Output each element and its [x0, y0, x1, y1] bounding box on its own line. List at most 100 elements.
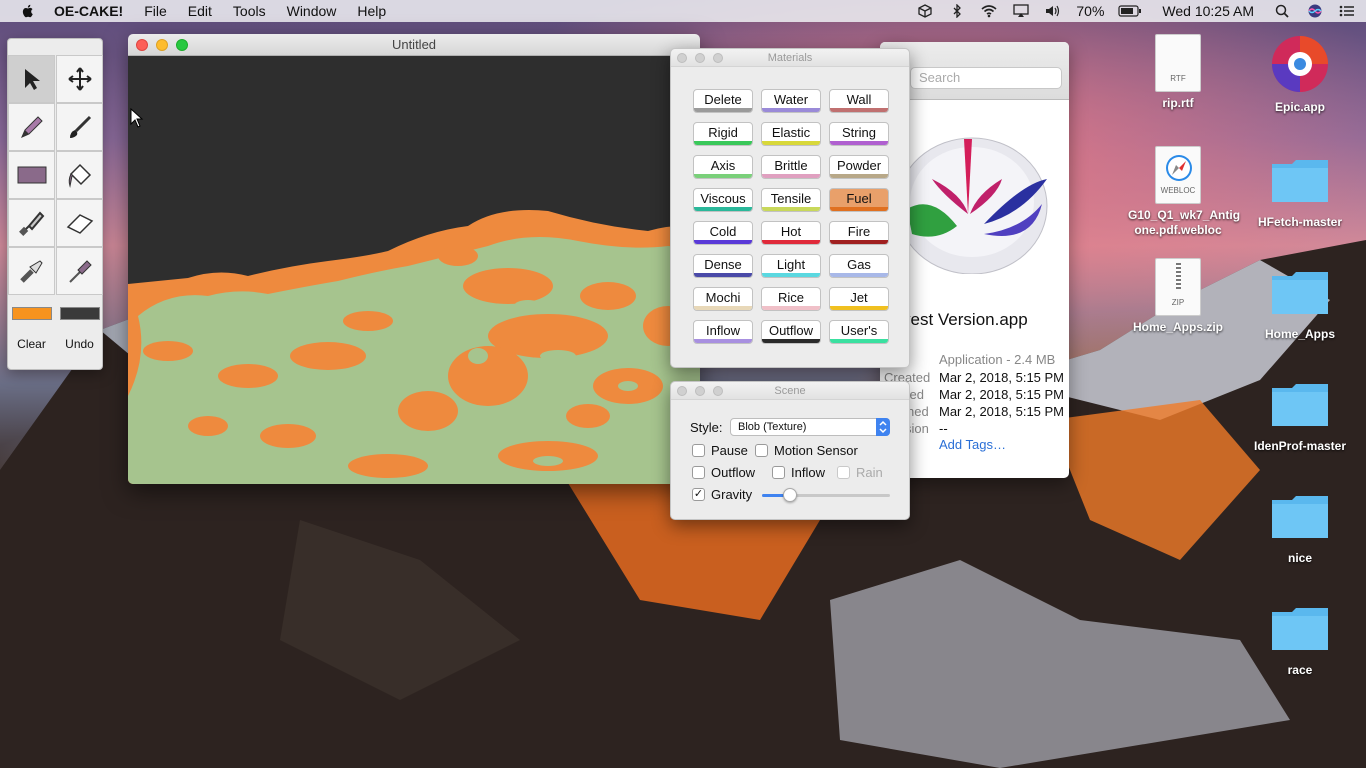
close-button[interactable] [136, 39, 148, 51]
gravity-slider-knob[interactable] [783, 488, 798, 502]
materials-panel: Materials Delete Water Wall Rigid Elastic Str… [670, 48, 910, 368]
materials-close-button[interactable] [677, 53, 687, 63]
menu-tools[interactable]: Tools [233, 3, 266, 19]
search-icon[interactable] [1274, 4, 1292, 18]
apple-icon[interactable] [20, 3, 36, 19]
material-button-string[interactable]: String [829, 122, 889, 146]
pause-checkbox[interactable] [692, 444, 705, 457]
battery-icon[interactable] [1118, 4, 1142, 18]
siri-icon[interactable] [1306, 4, 1324, 18]
zoom-button[interactable] [176, 39, 188, 51]
select-tool[interactable] [8, 55, 55, 103]
menu-clock[interactable]: Wed 10:25 AM [1162, 3, 1254, 19]
clear-button[interactable]: Clear [8, 335, 55, 353]
desktop-icon-nice[interactable]: nice [1250, 482, 1350, 566]
menu-file[interactable]: File [144, 3, 167, 19]
dropper-tool[interactable] [56, 247, 103, 295]
material-button-outflow[interactable]: Outflow [761, 320, 821, 344]
desktop-icon-idenprof-master[interactable]: IdenProf-master [1250, 370, 1350, 454]
brush-tool[interactable] [56, 103, 103, 151]
material-button-users[interactable]: User's [829, 320, 889, 344]
rain-row[interactable]: Rain [837, 465, 883, 480]
gravity-checkbox[interactable]: ✓ [692, 488, 705, 501]
bluetooth-icon[interactable] [948, 4, 966, 18]
material-button-fire[interactable]: Fire [829, 221, 889, 245]
notification-center-icon[interactable] [1338, 4, 1356, 18]
wifi-icon[interactable] [980, 4, 998, 18]
material-button-jet[interactable]: Jet [829, 287, 889, 311]
outflow-checkbox[interactable] [692, 466, 705, 479]
flashlight-tool[interactable] [8, 247, 55, 295]
material-button-dense[interactable]: Dense [693, 254, 753, 278]
style-select[interactable]: Blob (Texture) [730, 418, 890, 436]
material-color-bar [830, 108, 888, 112]
material-button-cold[interactable]: Cold [693, 221, 753, 245]
volume-icon[interactable] [1044, 4, 1062, 18]
material-button-viscous[interactable]: Viscous [693, 188, 753, 212]
material-button-tensile[interactable]: Tensile [761, 188, 821, 212]
material-button-mochi[interactable]: Mochi [693, 287, 753, 311]
material-button-gas[interactable]: Gas [829, 254, 889, 278]
material-button-delete[interactable]: Delete [693, 89, 753, 113]
minimize-button[interactable] [156, 39, 168, 51]
outflow-row[interactable]: Outflow [692, 465, 755, 480]
material-button-fuel[interactable]: Fuel [829, 188, 889, 212]
gravity-row[interactable]: ✓ Gravity [692, 487, 752, 502]
simulation-canvas[interactable] [128, 56, 700, 484]
scene-minimize-button[interactable] [695, 386, 705, 396]
inflow-row[interactable]: Inflow [772, 465, 825, 480]
desktop-icon-home-apps[interactable]: Home_Apps [1250, 258, 1350, 342]
rectangle-tool[interactable] [8, 151, 55, 199]
material-button-rice[interactable]: Rice [761, 287, 821, 311]
material-button-water[interactable]: Water [761, 89, 821, 113]
material-button-wall[interactable]: Wall [829, 89, 889, 113]
scene-zoom-button[interactable] [713, 386, 723, 396]
outflow-label: Outflow [711, 465, 756, 480]
finder-search-field[interactable]: Search [910, 67, 1062, 89]
material-label: Elastic [771, 125, 811, 140]
desktop-icon-race[interactable]: race [1250, 594, 1350, 678]
material-button-axis[interactable]: Axis [693, 155, 753, 179]
knife-tool[interactable] [8, 199, 55, 247]
paint-bucket-icon [68, 163, 91, 188]
desktop-icon-hfetch-master[interactable]: HFetch-master [1250, 146, 1350, 230]
materials-zoom-button[interactable] [713, 53, 723, 63]
menu-app-name[interactable]: OE-CAKE! [54, 3, 123, 19]
finder-add-tags-link[interactable]: Add Tags… [939, 437, 1006, 452]
motion-sensor-checkbox[interactable] [755, 444, 768, 457]
rain-checkbox[interactable] [837, 466, 850, 479]
eraser-tool[interactable] [56, 199, 103, 247]
folder-icon [1272, 608, 1328, 650]
secondary-color-swatch[interactable] [60, 307, 100, 320]
undo-button[interactable]: Undo [56, 335, 103, 353]
move-tool[interactable] [56, 55, 103, 103]
cube-icon[interactable] [916, 4, 934, 18]
scene-close-button[interactable] [677, 386, 687, 396]
materials-minimize-button[interactable] [695, 53, 705, 63]
material-label: Inflow [706, 323, 740, 338]
material-button-elastic[interactable]: Elastic [761, 122, 821, 146]
material-button-powder[interactable]: Powder [829, 155, 889, 179]
material-button-light[interactable]: Light [761, 254, 821, 278]
desktop-icon-home-apps-zip[interactable]: ZIP Home_Apps.zip [1128, 258, 1228, 335]
menu-edit[interactable]: Edit [188, 3, 212, 19]
material-label: String [842, 125, 876, 140]
motion-sensor-row[interactable]: Motion Sensor [755, 443, 858, 458]
material-button-inflow[interactable]: Inflow [693, 320, 753, 344]
desktop-icon-webloc[interactable]: WEBLOC G10_Q1_wk7_Antig one.pdf.webloc [1128, 146, 1240, 238]
material-button-hot[interactable]: Hot [761, 221, 821, 245]
webloc-document-icon: WEBLOC [1155, 146, 1201, 204]
material-button-rigid[interactable]: Rigid [693, 122, 753, 146]
desktop-icon-rip-rtf[interactable]: RTF rip.rtf [1128, 34, 1228, 111]
pencil-tool[interactable] [8, 103, 55, 151]
airplay-icon[interactable] [1012, 4, 1030, 18]
flashlight-icon [19, 260, 43, 283]
primary-color-swatch[interactable] [12, 307, 52, 320]
inflow-checkbox[interactable] [772, 466, 785, 479]
menu-help[interactable]: Help [357, 3, 386, 19]
menu-window[interactable]: Window [287, 3, 337, 19]
desktop-icon-epic-app[interactable]: Epic.app [1250, 34, 1350, 115]
fill-tool[interactable] [56, 151, 103, 199]
pause-row[interactable]: Pause [692, 443, 748, 458]
material-button-brittle[interactable]: Brittle [761, 155, 821, 179]
